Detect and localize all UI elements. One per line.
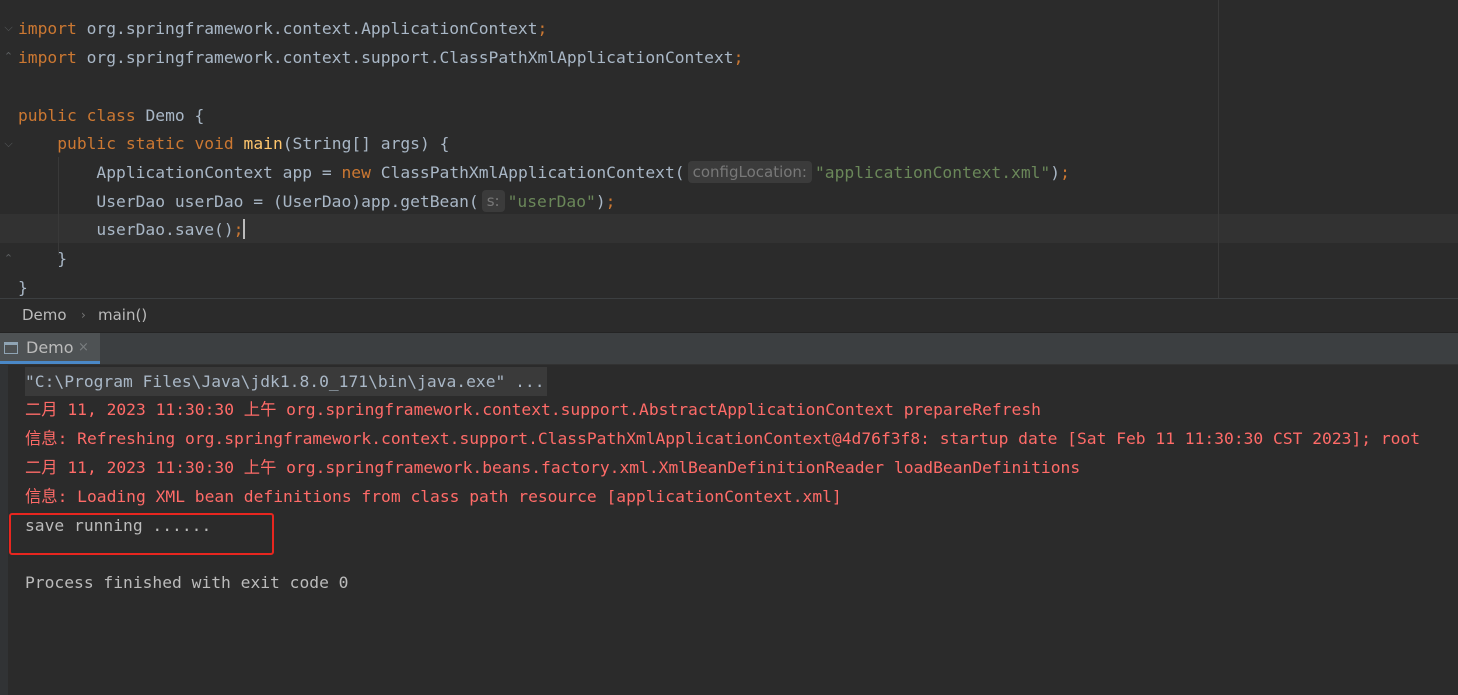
class-name: Demo { bbox=[135, 106, 205, 125]
code-text: UserDao userDao = (UserDao)app.getBean( bbox=[96, 192, 479, 211]
console-line-log: 信息: Loading XML bean definitions from cl… bbox=[25, 487, 842, 506]
breadcrumb: Demo › main() bbox=[0, 298, 1458, 333]
string-literal: "userDao" bbox=[507, 192, 596, 211]
console-line-command: "C:\Program Files\Java\jdk1.8.0_171\bin\… bbox=[25, 367, 547, 396]
semicolon: ; bbox=[233, 220, 244, 239]
breadcrumb-item-main[interactable]: main() bbox=[98, 299, 147, 332]
run-tab-demo[interactable]: Demo × bbox=[0, 333, 100, 364]
editor-gutter: ⌵ ⌃ ⌵ ⌃ bbox=[0, 0, 18, 298]
keyword-import: import bbox=[18, 48, 77, 67]
keyword-public: public bbox=[57, 134, 117, 153]
keyword-new: new bbox=[341, 163, 371, 182]
run-tool-window-header: Demo × bbox=[0, 333, 1458, 365]
breadcrumb-item-demo[interactable]: Demo bbox=[22, 299, 67, 332]
console-line-log: 二月 11, 2023 11:30:30 上午 org.springframew… bbox=[25, 458, 1081, 477]
keyword-void: void bbox=[194, 134, 234, 153]
semicolon: ; bbox=[605, 192, 616, 211]
import-path: org.springframework.context.support.Clas… bbox=[76, 48, 734, 67]
code-text: userDao.save() bbox=[96, 220, 234, 239]
closing-brace: } bbox=[18, 278, 28, 297]
close-paren: ) bbox=[1050, 163, 1061, 182]
close-icon[interactable]: × bbox=[78, 333, 89, 362]
breadcrumb-separator: › bbox=[81, 308, 86, 322]
keyword-public: public bbox=[18, 106, 77, 125]
import-path: org.springframework.context.ApplicationC… bbox=[76, 19, 538, 38]
annotation-highlight-box bbox=[9, 513, 274, 555]
code-line-import-1[interactable]: import org.springframework.context.Appli… bbox=[18, 14, 547, 43]
code-line-main-declaration[interactable]: public static void main(String[] args) { bbox=[18, 129, 449, 158]
code-line-application-context[interactable]: ApplicationContext app = new ClassPathXm… bbox=[18, 158, 1070, 187]
semicolon: ; bbox=[733, 48, 744, 67]
method-params: (String[] args) { bbox=[282, 134, 450, 153]
constructor-call: ClassPathXmlApplicationContext( bbox=[370, 163, 685, 182]
keyword-class: class bbox=[86, 106, 136, 125]
code-line-class-declaration[interactable]: public class Demo { bbox=[18, 101, 204, 130]
code-text: ApplicationContext app = bbox=[96, 163, 342, 182]
keyword-static: static bbox=[125, 134, 185, 153]
text-caret bbox=[243, 219, 246, 239]
code-line-import-2[interactable]: import org.springframework.context.suppo… bbox=[18, 43, 743, 72]
semicolon: ; bbox=[537, 19, 548, 38]
code-line-save-call[interactable]: userDao.save(); bbox=[18, 215, 246, 244]
parameter-hint-s: s: bbox=[481, 190, 505, 212]
run-tab-label: Demo bbox=[26, 338, 74, 357]
code-line-close-class[interactable]: } bbox=[18, 273, 28, 298]
fold-start-icon[interactable]: ⌵ bbox=[3, 137, 14, 150]
code-editor[interactable]: ⌵ ⌃ ⌵ ⌃ import org.springframework.conte… bbox=[0, 0, 1458, 298]
fold-end-icon[interactable]: ⌃ bbox=[3, 252, 14, 265]
console-gutter bbox=[0, 365, 8, 695]
method-name-main: main bbox=[243, 134, 283, 153]
console-line-log: 二月 11, 2023 11:30:30 上午 org.springframew… bbox=[25, 400, 1041, 419]
fold-start-icon[interactable]: ⌵ bbox=[3, 21, 14, 34]
keyword-import: import bbox=[18, 19, 77, 38]
console-line-log: 信息: Refreshing org.springframework.conte… bbox=[25, 429, 1421, 448]
console-line-exit: Process finished with exit code 0 bbox=[25, 573, 349, 592]
semicolon: ; bbox=[1060, 163, 1070, 182]
fold-end-icon[interactable]: ⌃ bbox=[3, 50, 14, 63]
right-margin-guide bbox=[1218, 0, 1219, 298]
code-line-get-bean[interactable]: UserDao userDao = (UserDao)app.getBean(s… bbox=[18, 187, 615, 216]
code-line-close-method[interactable]: } bbox=[18, 244, 67, 273]
parameter-hint-config-location: configLocation: bbox=[687, 161, 812, 183]
close-paren: ) bbox=[595, 192, 606, 211]
run-console-icon bbox=[4, 342, 18, 354]
closing-brace: } bbox=[57, 249, 68, 268]
string-literal: "applicationContext.xml" bbox=[814, 163, 1051, 182]
